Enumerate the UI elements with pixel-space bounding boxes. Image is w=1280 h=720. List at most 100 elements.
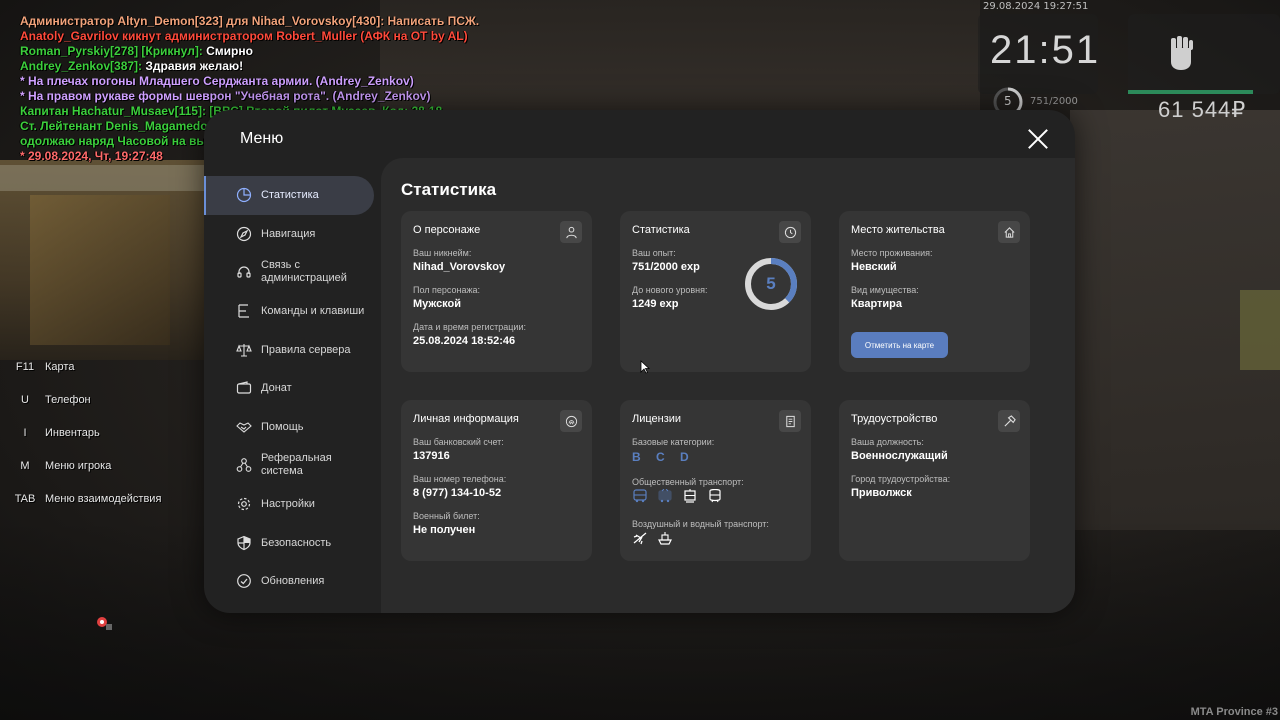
gear-icon [236, 496, 252, 512]
network-icon [236, 457, 252, 473]
sidebar-item-label: Донат [261, 382, 292, 395]
field-label: До нового уровня: [632, 285, 708, 295]
field-label: Дата и время регистрации: [413, 322, 526, 332]
home-icon [998, 221, 1020, 243]
sidebar-item-help[interactable]: Помощь [204, 408, 381, 447]
hud-datetime: 29.08.2024 19:27:51 [983, 1, 1089, 12]
chat-line: Anatoly_Gavrilov кикнут администратором … [20, 29, 490, 44]
hotkey-key: U [21, 393, 29, 406]
hotkey-label: Инвентарь [45, 426, 100, 439]
property-value: Квартира [851, 298, 903, 310]
sidebar-item-label: Правила сервера [261, 343, 351, 356]
card-character: О персонаже Ваш никнейм: Nihad_Vorovskoy… [401, 211, 592, 372]
menu-title: Меню [240, 130, 284, 147]
chat-text: Anatoly_Gavrilov кикнут администратором … [20, 29, 468, 43]
field-label: Общественный транспорт: [632, 477, 744, 487]
chat-text: * 29.08.2024, Чт, 19:27:48 [20, 149, 163, 163]
sidebar-item-commands[interactable]: Команды и клавиши [204, 292, 381, 331]
sidebar-item-statistics[interactable]: Статистика [204, 176, 374, 215]
sidebar-item-security[interactable]: Безопасность [204, 523, 381, 562]
field-label: Город трудоустройства: [851, 474, 951, 484]
phone-value: 8 (977) 134-10-52 [413, 487, 502, 499]
hotkey-key: I [23, 426, 27, 439]
hud-clock: 21:51 [990, 28, 1101, 72]
airplane-icon [632, 531, 648, 545]
background-right-object [1240, 290, 1280, 370]
field-label: Пол персонажа: [413, 285, 481, 295]
fingerprint-icon [560, 410, 582, 432]
sidebar-item-updates[interactable]: Обновления [204, 562, 381, 601]
user-icon [560, 221, 582, 243]
hotkey-phone: U Телефон [12, 383, 161, 416]
license-categories: B C D [632, 450, 695, 464]
bus-icon [632, 489, 648, 503]
card-title: Лицензии [632, 413, 682, 425]
chat-line: Andrey_Zenkov[387]: Здравия желаю! [20, 59, 490, 74]
hud-health-bar [1128, 90, 1253, 94]
field-label: Воздушный и водный транспорт: [632, 519, 769, 529]
handshake-icon [236, 419, 252, 435]
boat-icon [657, 531, 673, 545]
hotkey-list: F11 Карта U Телефон I Инвентарь M Меню игрок… [12, 350, 162, 515]
clock-icon [779, 221, 801, 243]
scales-icon [236, 342, 252, 358]
hotkey-interaction-menu: TAB Меню взаимодействия [12, 482, 162, 515]
license-icon [779, 410, 801, 432]
hud-exp: 751/2000 [1030, 96, 1078, 107]
position-value: Военнослужащий [851, 450, 948, 462]
sidebar-item-settings[interactable]: Настройки [204, 485, 381, 524]
refresh-icon [236, 573, 252, 589]
mark-on-map-button[interactable]: Отметить на карте [851, 332, 948, 358]
shield-icon [236, 535, 252, 551]
field-label: Базовые категории: [632, 437, 715, 447]
nickname-value: Nihad_Vorovskoy [413, 261, 506, 273]
hotkey-label: Меню игрока [45, 459, 112, 472]
chat-text: Roman_Pyrskiy[278] [Крикнул]: [20, 44, 207, 58]
chat-text: * На правом рукаве формы шеврон "Учебная… [20, 89, 431, 103]
sidebar-item-label: Реферальная система [261, 452, 332, 478]
sidebar-item-rules[interactable]: Правила сервера [204, 330, 381, 369]
card-personal-info: Личная информация Ваш банковский счет: 1… [401, 400, 592, 561]
location-marker-icon [97, 617, 112, 630]
sidebar-item-referral[interactable]: Реферальная система [204, 446, 381, 485]
exp-value: 751/2000 exp [632, 261, 700, 273]
hotkey-key: M [20, 459, 30, 472]
mouse-cursor-icon [640, 360, 650, 374]
field-label: Ваш опыт: [632, 248, 676, 258]
chat-text: * На плечах погоны Младшего Серджанта ар… [20, 74, 414, 88]
field-label: Ваш номер телефона: [413, 474, 507, 484]
next-level-value: 1249 exp [632, 298, 679, 310]
card-title: Место жительства [851, 224, 945, 236]
sidebar-item-label: Команды и клавиши [261, 305, 365, 318]
hotkey-key: TAB [14, 492, 36, 505]
card-title: Трудоустройство [851, 413, 938, 425]
hud-money: 61 544₽ [1158, 97, 1247, 122]
sidebar-item-donate[interactable]: Донат [204, 369, 381, 408]
hotkey-label: Телефон [45, 393, 91, 406]
tram-icon [682, 489, 698, 503]
field-label: Ваш банковский счет: [413, 437, 504, 447]
sidebar-item-contact-admin[interactable]: Связь с администрацией [204, 253, 381, 292]
chat-text: Andrey_Zenkov[387]: [20, 59, 146, 73]
sidebar-item-label: Связь с администрацией [261, 259, 347, 285]
background-banner [0, 165, 205, 191]
background-shelf [30, 195, 170, 345]
trolleybus-icon [657, 488, 673, 503]
statistics-content: Статистика О персонаже Ваш никнейм: Niha… [381, 158, 1075, 613]
chat-line: Администратор Altyn_Demon[323] для Nihad… [20, 14, 490, 29]
bank-account-value: 137916 [413, 450, 450, 462]
field-label: Военный билет: [413, 511, 480, 521]
sidebar-item-label: Помощь [261, 420, 304, 433]
headset-icon [236, 264, 252, 280]
field-label: Место проживания: [851, 248, 933, 258]
sidebar-item-label: Настройки [261, 498, 315, 511]
sidebar-item-navigation[interactable]: Навигация [204, 215, 381, 254]
content-title: Статистика [401, 180, 497, 199]
list-icon [236, 303, 252, 319]
close-button[interactable] [1027, 128, 1049, 150]
sidebar-item-label: Навигация [261, 227, 316, 240]
sidebar-item-label: Безопасность [261, 536, 332, 549]
public-transport-licenses [632, 488, 723, 503]
card-title: О персонаже [413, 224, 481, 236]
level-number: 5 [766, 274, 776, 293]
